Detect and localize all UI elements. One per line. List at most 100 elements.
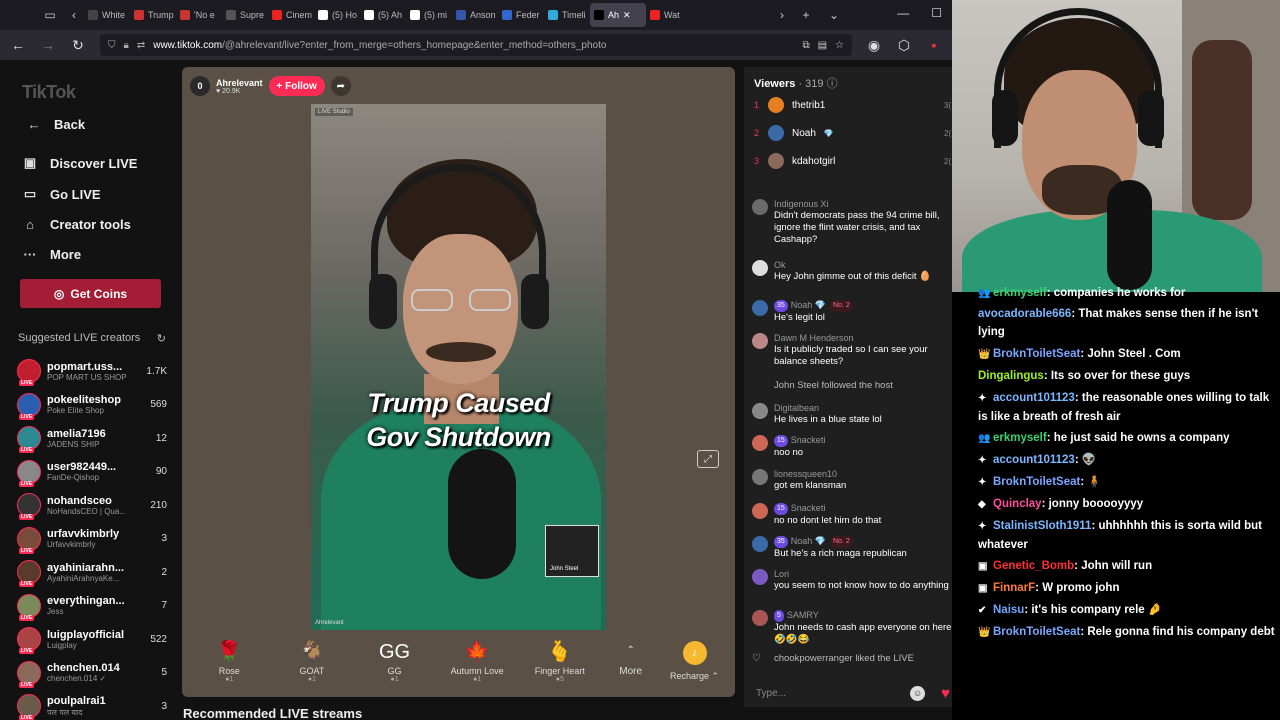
top-viewer[interactable]: 2 Noah 💎 2( bbox=[754, 123, 951, 143]
avatar[interactable] bbox=[752, 199, 768, 215]
host-avatar[interactable]: 0 bbox=[190, 76, 210, 96]
recharge-button[interactable]: ♪ Recharge ⌃ bbox=[660, 640, 729, 682]
suggested-creator[interactable]: LIVE ayahiniarahn... AyahiniArahnyaKe... 2 bbox=[17, 558, 167, 587]
browser-tab[interactable]: (5) mi bbox=[406, 3, 452, 27]
avatar[interactable] bbox=[752, 403, 768, 419]
menu-icon[interactable]: ▪ bbox=[926, 37, 942, 53]
gift-autumn-love[interactable]: 🍁 Autumn Love ●1 bbox=[436, 640, 519, 683]
chat-username[interactable]: Lori bbox=[774, 569, 789, 579]
live-video[interactable]: LIVE Studio Trump Caused Gov Shutdown Jo… bbox=[311, 104, 606, 630]
sidebar-item-back[interactable]: ← Back bbox=[26, 117, 86, 132]
avatar[interactable] bbox=[752, 260, 768, 276]
url-bar[interactable]: ⛉ 🔒︎ ⇄ www.tiktok.com/@ahrelevant/live?e… bbox=[100, 34, 852, 56]
suggested-creator[interactable]: LIVE luigplayofficial Luigplay 522 bbox=[17, 625, 167, 654]
gift-finger-heart[interactable]: 🫰 Finger Heart ●5 bbox=[519, 640, 602, 683]
browser-tab[interactable]: Anson bbox=[452, 3, 498, 27]
suggested-creator[interactable]: LIVE amelia7196 JADENS SHIP 12 bbox=[17, 424, 167, 453]
browser-tab[interactable]: 'No e bbox=[176, 3, 222, 27]
suggested-creator[interactable]: LIVE pokeeliteshop Poke Elite Shop 569 bbox=[17, 391, 167, 420]
follow-button[interactable]: + Follow bbox=[268, 76, 325, 96]
lock-icon[interactable]: 🔒︎ bbox=[124, 40, 129, 51]
browser-tab[interactable]: Trump bbox=[130, 3, 176, 27]
chat-username[interactable]: Noah 💎 bbox=[791, 536, 826, 546]
share-icon[interactable]: ➦ bbox=[330, 76, 351, 96]
screenshot-icon[interactable]: ▤ bbox=[818, 40, 827, 51]
avatar[interactable] bbox=[752, 300, 768, 316]
suggested-creator[interactable]: LIVE chenchen.014 chenchen.014 ✓ 5 bbox=[17, 659, 167, 688]
more-gifts-button[interactable]: ⌃ More bbox=[601, 645, 660, 677]
maximize-icon[interactable]: ☐ bbox=[931, 6, 942, 20]
host-name[interactable]: Ahrelevant bbox=[216, 78, 263, 88]
info-icon[interactable]: ⓘ bbox=[827, 78, 838, 90]
browser-tab[interactable]: (5) Ah bbox=[360, 3, 406, 27]
chat-username[interactable]: lionessqueen10 bbox=[774, 469, 837, 479]
guest-pip[interactable]: John Steel bbox=[545, 525, 599, 577]
suggested-creator[interactable]: LIVE urfavvkimbrly Urfavvkimbrly 3 bbox=[17, 525, 167, 554]
avatar[interactable] bbox=[752, 503, 768, 519]
chat-input[interactable]: Type... bbox=[756, 688, 786, 699]
sidebar-item-more[interactable]: ··· More bbox=[22, 247, 82, 262]
browser-tab[interactable]: Supre bbox=[222, 3, 268, 27]
forward-arrow-icon[interactable]: → bbox=[40, 37, 56, 53]
avatar[interactable] bbox=[752, 435, 768, 451]
like-heart-icon[interactable]: ♥ bbox=[941, 685, 950, 702]
browser-tab[interactable]: White bbox=[84, 3, 130, 27]
browser-tab[interactable]: Timeli bbox=[544, 3, 590, 27]
refresh-icon[interactable]: ↻ bbox=[157, 332, 166, 345]
avatar[interactable] bbox=[752, 610, 768, 626]
browser-tab[interactable]: Wat bbox=[646, 3, 692, 27]
avatar: LIVE bbox=[17, 526, 41, 554]
suggested-creator[interactable]: LIVE everythingan... Jess 7 bbox=[17, 592, 167, 621]
extensions-icon[interactable]: ⬡ bbox=[896, 37, 912, 54]
get-coins-button[interactable]: ◎ Get Coins bbox=[20, 279, 161, 308]
avatar[interactable] bbox=[752, 569, 768, 585]
tab-list-icon[interactable]: ▭ bbox=[40, 8, 60, 22]
tab-scroll-right-icon[interactable]: › bbox=[772, 8, 792, 22]
sidebar-item-go-live[interactable]: ▭ Go LIVE bbox=[22, 186, 101, 202]
avatar[interactable] bbox=[752, 333, 768, 349]
picture-in-picture-icon[interactable]: ⧉ bbox=[802, 40, 809, 51]
suggested-creator[interactable]: LIVE user982449... FanDe-Qishop 90 bbox=[17, 458, 167, 487]
overlay-chat-line: avocadorable666: That makes sense then i… bbox=[978, 305, 1276, 341]
suggested-creator[interactable]: LIVE nohandsceo NoHandsCEO | Qua... 210 bbox=[17, 491, 167, 520]
shield-icon[interactable]: ⛉ bbox=[108, 40, 116, 51]
back-arrow-icon[interactable]: ← bbox=[10, 37, 26, 53]
chat-username[interactable]: Ok bbox=[774, 260, 786, 270]
sidebar-item-discover-live[interactable]: ▣ Discover LIVE bbox=[22, 155, 138, 171]
gift-rose[interactable]: 🌹 Rose ●1 bbox=[188, 640, 271, 683]
browser-tab[interactable]: Feder bbox=[498, 3, 544, 27]
chat-username[interactable]: Snacketi bbox=[791, 503, 826, 513]
emoji-icon[interactable]: ☺ bbox=[910, 685, 926, 701]
sidebar-item-creator-tools[interactable]: ⌂ Creator tools bbox=[22, 217, 131, 232]
chat-username[interactable]: Dawn M Henderson bbox=[774, 333, 854, 343]
reload-icon[interactable]: ↻ bbox=[70, 37, 86, 54]
tab-scroll-left-icon[interactable]: ‹ bbox=[64, 8, 84, 22]
new-tab-icon[interactable]: + bbox=[796, 8, 816, 22]
top-viewer[interactable]: 1 thetrib1 3( bbox=[754, 95, 951, 115]
browser-tab[interactable]: Ah ✕ bbox=[590, 3, 646, 27]
avatar[interactable] bbox=[752, 469, 768, 485]
close-tab-icon[interactable]: ✕ bbox=[623, 10, 631, 21]
tiktok-logo[interactable]: TikTok bbox=[22, 82, 76, 103]
chat-username[interactable]: Digitalbean bbox=[774, 403, 819, 413]
fullscreen-icon[interactable]: ⤢ bbox=[697, 450, 719, 468]
browser-tab[interactable]: (5) Ho bbox=[314, 3, 360, 27]
chat-username[interactable]: SAMRY bbox=[787, 610, 819, 620]
suggested-creator[interactable]: LIVE popmart.uss... POP MART US SHOP 1.7K bbox=[17, 357, 167, 386]
suggested-creator[interactable]: LIVE poulpalrai1 पल पल याद 3 bbox=[17, 692, 167, 720]
permissions-icon[interactable]: ⇄ bbox=[137, 40, 145, 51]
creator-subtitle: NoHandsCEO | Qua... bbox=[47, 506, 126, 516]
tab-dropdown-icon[interactable]: ⌄ bbox=[824, 8, 844, 22]
account-icon[interactable]: ◉ bbox=[866, 37, 882, 54]
gift-goat[interactable]: 🐐 GOAT ●1 bbox=[271, 640, 354, 683]
chat-username[interactable]: Noah 💎 bbox=[791, 300, 826, 310]
chat-username[interactable]: Snacketi bbox=[791, 435, 826, 445]
chat-username[interactable]: Indigenous Xi bbox=[774, 199, 829, 209]
avatar[interactable] bbox=[752, 536, 768, 552]
bookmark-star-icon[interactable]: ☆ bbox=[835, 40, 844, 51]
browser-tab[interactable]: Cinem bbox=[268, 3, 314, 27]
gift-gg[interactable]: GG GG ●1 bbox=[353, 640, 436, 683]
top-viewer[interactable]: 3 kdahotgirl 2( bbox=[754, 151, 951, 171]
viewer-rank: 1 bbox=[754, 100, 760, 110]
minimize-icon[interactable]: — bbox=[897, 6, 909, 20]
